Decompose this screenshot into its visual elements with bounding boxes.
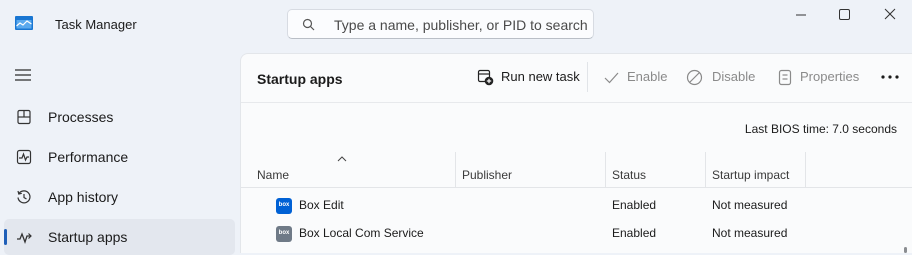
main-panel: Startup apps Run new task Enable Disable (240, 53, 912, 253)
title-bar: Task Manager Type a name, publisher, or … (0, 0, 912, 50)
properties-label: Properties (800, 69, 860, 84)
enable-label: Enable (627, 69, 668, 84)
search-box[interactable]: Type a name, publisher, or PID to search (287, 9, 594, 39)
box-icon-text: box (278, 230, 290, 236)
sidebar-item-performance[interactable]: Performance (4, 139, 235, 175)
row-startup-impact: Not measured (712, 226, 788, 240)
toolbar-separator (587, 62, 588, 92)
box-service-icon: box (276, 226, 292, 242)
sidebar-item-label: Performance (48, 149, 129, 165)
search-icon (302, 18, 315, 31)
row-status: Enabled (612, 198, 657, 212)
close-icon[interactable] (880, 6, 900, 24)
hamburger-icon[interactable] (14, 68, 32, 82)
sort-ascending-icon[interactable] (337, 156, 347, 162)
run-new-task-icon (477, 69, 494, 86)
properties-icon (778, 69, 792, 86)
sidebar-item-label: App history (48, 189, 119, 205)
table-row[interactable]: box Box Edit Enabled Not measured (241, 192, 912, 220)
row-name: Box Local Com Service (299, 226, 424, 240)
disable-icon (686, 69, 703, 86)
table-header: Name Publisher Status Startup impact (241, 152, 912, 188)
history-icon (17, 190, 31, 204)
row-status: Enabled (612, 226, 657, 240)
sidebar-item-app-history[interactable]: App history (4, 179, 235, 215)
table-row[interactable]: box Box Local Com Service Enabled Not me… (241, 220, 912, 248)
column-header-startup-impact[interactable]: Startup impact (712, 168, 789, 182)
sidebar-item-startup-apps[interactable]: Startup apps (4, 219, 235, 255)
properties-button[interactable]: Properties (777, 67, 860, 89)
more-options-icon[interactable] (879, 66, 901, 86)
selected-indicator (4, 229, 7, 245)
row-name: Box Edit (299, 198, 344, 212)
row-startup-impact: Not measured (712, 198, 788, 212)
maximize-icon[interactable] (834, 6, 854, 24)
column-separator[interactable] (705, 152, 706, 187)
task-manager-logo-icon (15, 16, 33, 30)
run-new-task-label: Run new task (501, 69, 580, 84)
vertical-scrollbar[interactable] (904, 247, 907, 253)
processes-icon (17, 109, 31, 125)
box-icon-text: box (278, 202, 290, 208)
column-header-publisher[interactable]: Publisher (462, 168, 512, 182)
column-separator[interactable] (605, 152, 606, 187)
column-header-status[interactable]: Status (612, 168, 646, 182)
minimize-icon[interactable] (791, 6, 811, 24)
checkmark-icon (604, 72, 619, 84)
sidebar-item-processes[interactable]: Processes (4, 99, 235, 135)
column-separator[interactable] (455, 152, 456, 187)
toolbar-divider (241, 102, 912, 103)
app-title: Task Manager (55, 17, 137, 32)
box-app-icon: box (276, 198, 292, 214)
sidebar-item-label: Processes (48, 109, 114, 125)
performance-icon (16, 149, 32, 165)
column-separator[interactable] (805, 152, 806, 187)
disable-label: Disable (712, 69, 756, 84)
sidebar-item-label: Startup apps (48, 229, 128, 245)
search-input[interactable]: Type a name, publisher, or PID to search (334, 17, 588, 33)
startup-icon (17, 232, 32, 244)
enable-button[interactable]: Enable (603, 67, 668, 89)
page-title: Startup apps (257, 71, 343, 87)
run-new-task-button[interactable]: Run new task (477, 67, 580, 89)
column-header-name[interactable]: Name (257, 168, 289, 182)
bios-time: Last BIOS time: 7.0 seconds (744, 122, 897, 136)
disable-button[interactable]: Disable (686, 67, 756, 89)
